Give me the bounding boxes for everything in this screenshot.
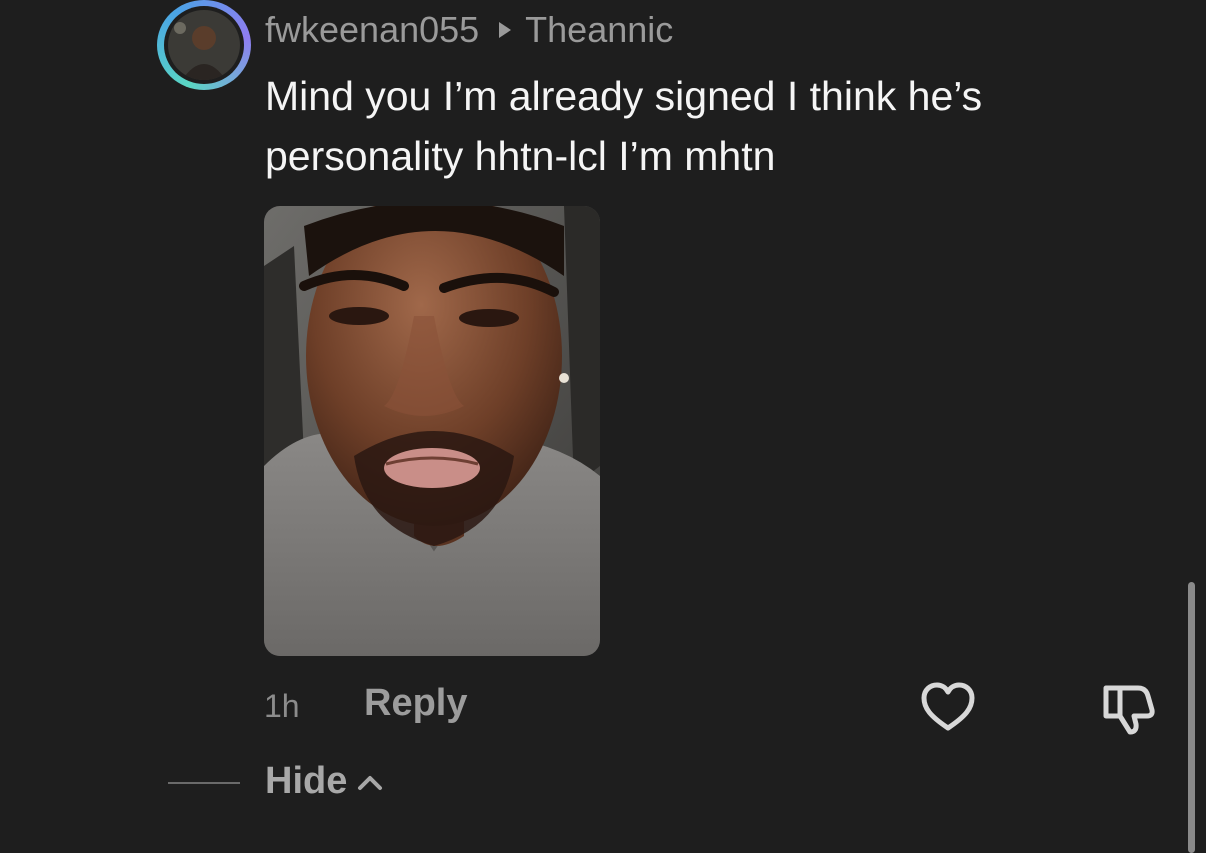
comment-timestamp: 1h bbox=[264, 688, 300, 724]
heart-icon bbox=[921, 682, 975, 731]
triangle-right-icon bbox=[499, 22, 512, 38]
reply-button[interactable]: Reply bbox=[364, 682, 467, 725]
avatar-image bbox=[168, 10, 240, 80]
hide-replies-button[interactable]: Hide bbox=[265, 760, 383, 803]
avatar[interactable] bbox=[157, 0, 251, 90]
comment-text: Mind you I’m already signed I think he’s… bbox=[265, 73, 983, 179]
username[interactable]: fwkeenan055 bbox=[265, 9, 479, 51]
scrollbar[interactable] bbox=[1188, 582, 1195, 853]
thread-divider bbox=[168, 782, 240, 784]
dislike-button[interactable] bbox=[1098, 680, 1158, 736]
reply-to-username[interactable]: Theannic bbox=[525, 9, 673, 51]
thumbs-down-icon bbox=[1103, 685, 1155, 735]
avatar-border bbox=[164, 6, 244, 84]
like-button[interactable] bbox=[918, 680, 978, 736]
comment-photo[interactable] bbox=[264, 206, 600, 656]
comment-header: fwkeenan055 Theannic bbox=[265, 8, 673, 52]
hide-label: Hide bbox=[265, 760, 348, 802]
chevron-up-icon bbox=[358, 775, 383, 790]
